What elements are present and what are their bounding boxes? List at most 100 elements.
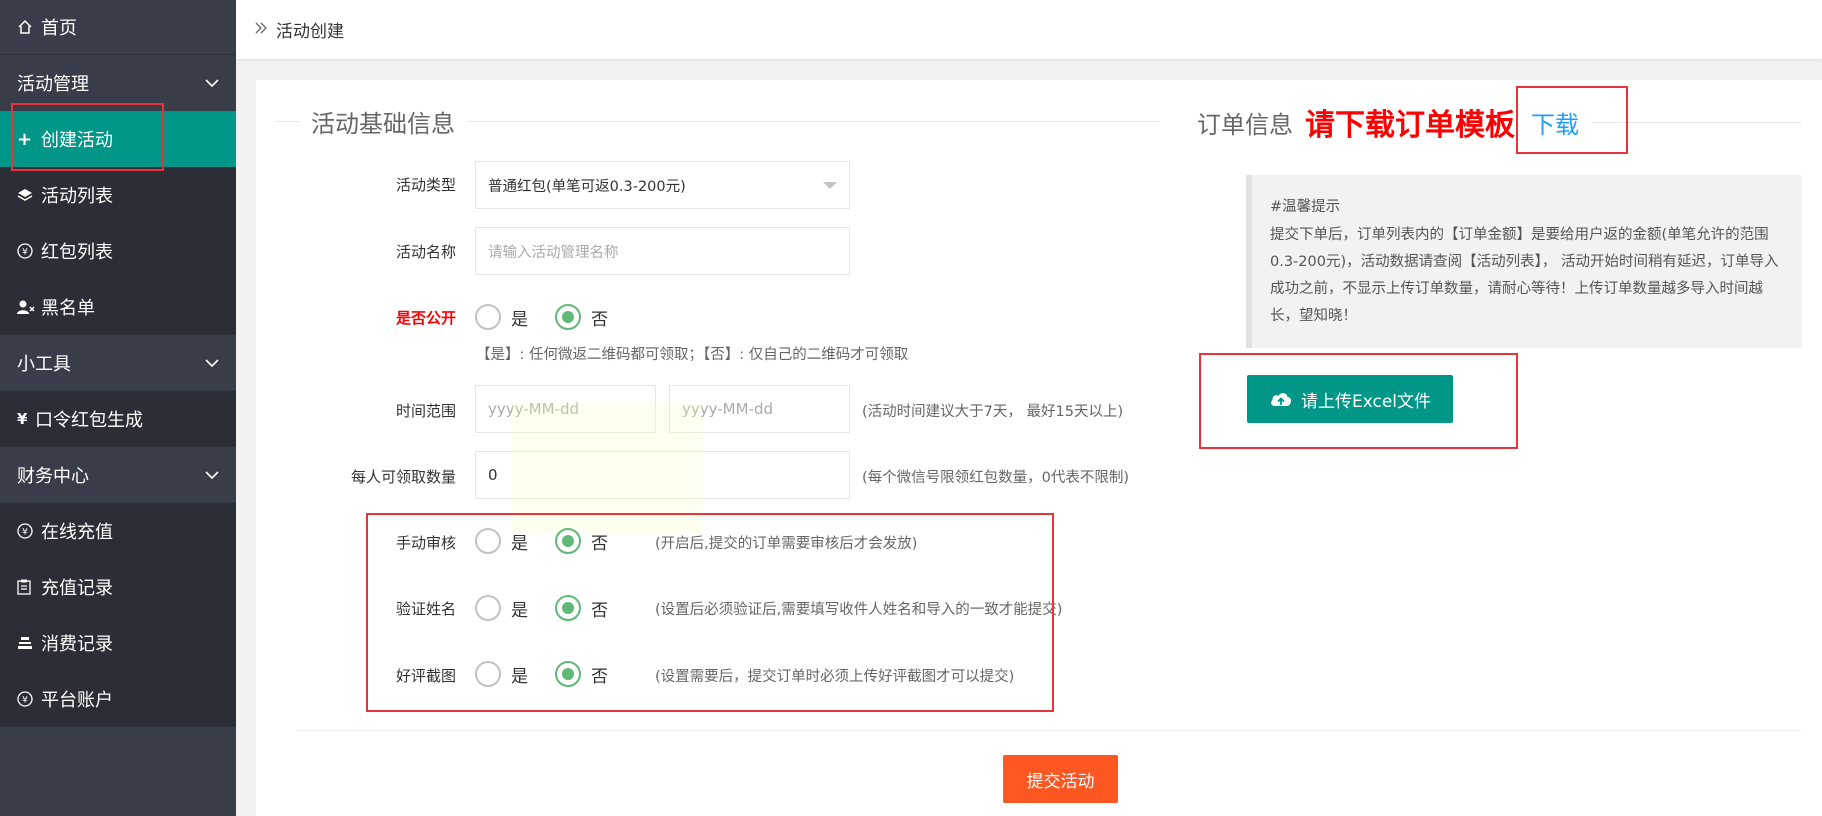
layers-icon [17,187,39,203]
activity-type-select[interactable]: 普通红包(单笔可返0.3-200元) [475,161,850,209]
public-yes-radio[interactable]: 是 [475,304,528,330]
submit-activity-button[interactable]: 提交活动 [1003,755,1118,803]
date-placeholder: yyyy-MM-dd [488,400,579,418]
section-title: 订单信息 [1197,110,1293,139]
section-title: 活动基础信息 [311,110,455,138]
svg-text:¥: ¥ [22,248,28,258]
chevron-down-icon [204,76,219,90]
svg-text:¥: ¥ [22,528,28,538]
sidebar-group-activity[interactable]: 活动管理 [0,55,236,111]
sidebar-item-platform-account[interactable]: ¥ 平台账户 [0,671,236,727]
radio-icon [475,661,501,687]
sidebar-group-label: 活动管理 [17,74,89,95]
sidebar-item-label: 在线充值 [41,522,113,543]
start-date-input[interactable]: yyyy-MM-dd [475,385,656,433]
sidebar-item-code-redpacket[interactable]: ¥ 口令红包生成 [0,391,236,447]
verify-no-radio[interactable]: 否 [555,595,608,621]
clipboard-icon [17,579,39,595]
time-range-label: 时间范围 [395,402,456,420]
svg-text:¥: ¥ [22,696,28,706]
sidebar-item-consumption-records[interactable]: 消费记录 [0,615,236,671]
upload-button-label: 请上传Excel文件 [1300,391,1432,412]
date-placeholder: yyyy-MM-dd [682,400,773,418]
sidebar-item-label: 首页 [41,18,77,39]
review-screenshot-label: 好评截图 [395,667,456,685]
plus-icon: + [17,128,33,150]
sidebar-item-create-activity[interactable]: + 创建活动 [0,111,236,167]
download-template-emphasis: 请下载订单模板 [1305,108,1515,143]
time-hint: (活动时间建议大于7天， 最好15天以上) [862,404,1124,420]
sidebar-item-label: 消费记录 [41,634,113,655]
home-icon [17,19,39,35]
chevron-down-icon [204,468,219,482]
sidebar-item-recharge-records[interactable]: 充值记录 [0,559,236,615]
end-date-input[interactable]: yyyy-MM-dd [669,385,850,433]
sidebar-item-home[interactable]: 首页 [0,0,236,55]
sidebar-item-recharge[interactable]: ¥ 在线充值 [0,503,236,559]
activity-name-placeholder: 请输入活动管理名称 [488,244,619,261]
verify-hint: (设置后必须验证后,需要填写收件人姓名和导入的一致才能提交) [655,602,1063,618]
radio-label: 否 [591,533,608,554]
quota-value: 0 [488,466,498,484]
yen-circle-icon: ¥ [17,691,39,707]
activity-type-value: 普通红包(单笔可返0.3-200元) [488,178,686,195]
stack-icon [17,635,39,651]
sidebar-group-label: 财务中心 [17,466,89,487]
chevron-down-icon [204,356,219,370]
sidebar-group-tools[interactable]: 小工具 [0,335,236,391]
sidebar-item-label: 平台账户 [41,690,113,711]
topbar: 活动创建 [236,0,1822,60]
sidebar-item-label: 充值记录 [41,578,113,599]
quota-input[interactable]: 0 [475,451,850,499]
radio-icon [475,304,501,330]
sidebar-item-label: 黑名单 [41,298,95,319]
radio-label: 否 [591,666,608,687]
order-info-legend: 订单信息 请下载订单模板 下载 [1185,100,1802,144]
activity-name-input[interactable]: 请输入活动管理名称 [475,227,850,275]
review-yes-radio[interactable]: 是 [475,661,528,687]
sidebar: 首页 活动管理 + 创建活动 活动列表 ¥ 红包列表 黑名单 小工具 ¥ 口令红… [0,0,236,816]
sidebar-group-label: 小工具 [17,354,71,375]
sidebar-item-blacklist[interactable]: 黑名单 [0,279,236,335]
radio-label: 是 [511,666,528,687]
tips-body: 提交下单后，订单列表内的【订单金额】是要给用户返的金额(单笔允许的范围0.3-2… [1270,227,1779,324]
review-hint: (设置需要后，提交订单时必须上传好评截图才可以提交) [655,669,1015,685]
tips-box: #温馨提示 提交下单后，订单列表内的【订单金额】是要给用户返的金额(单笔允许的范… [1246,175,1802,348]
radio-icon [475,595,501,621]
sidebar-item-label: 活动列表 [41,186,113,207]
verify-yes-radio[interactable]: 是 [475,595,528,621]
radio-label: 是 [511,600,528,621]
public-no-radio[interactable]: 否 [555,304,608,330]
yen-icon: ¥ [17,410,28,428]
quota-label: 每人可领取数量 [350,468,456,486]
user-block-icon [17,299,39,315]
sidebar-group-finance[interactable]: 财务中心 [0,447,236,503]
breadcrumb: 活动创建 [276,22,344,42]
manual-no-radio[interactable]: 否 [555,528,608,554]
tips-title: #温馨提示 [1270,199,1341,215]
sidebar-item-label: 口令红包生成 [35,410,143,431]
manual-yes-radio[interactable]: 是 [475,528,528,554]
radio-icon [475,528,501,554]
cloud-upload-icon [1271,393,1291,406]
double-chevron-right-icon [254,20,268,39]
radio-label: 否 [591,309,608,330]
activity-name-label: 活动名称 [395,243,456,261]
activity-type-label: 活动类型 [395,176,456,194]
basic-info-legend: 活动基础信息 [275,104,1160,139]
verify-name-label: 验证姓名 [395,600,456,618]
radio-checked-icon [555,661,581,687]
download-link[interactable]: 下载 [1531,105,1579,140]
manual-review-label: 手动审核 [395,534,456,552]
review-no-radio[interactable]: 否 [555,661,608,687]
public-label: 是否公开 [395,309,456,327]
quota-hint: (每个微信号限领红包数量，0代表不限制) [862,470,1130,486]
sidebar-item-label: 创建活动 [41,130,113,151]
radio-label: 是 [511,533,528,554]
radio-checked-icon [555,304,581,330]
sidebar-item-activity-list[interactable]: 活动列表 [0,167,236,223]
upload-excel-button[interactable]: 请上传Excel文件 [1247,375,1453,423]
sidebar-item-redpacket-list[interactable]: ¥ 红包列表 [0,223,236,279]
sidebar-item-label: 红包列表 [41,242,113,263]
yen-circle-icon: ¥ [17,523,39,539]
